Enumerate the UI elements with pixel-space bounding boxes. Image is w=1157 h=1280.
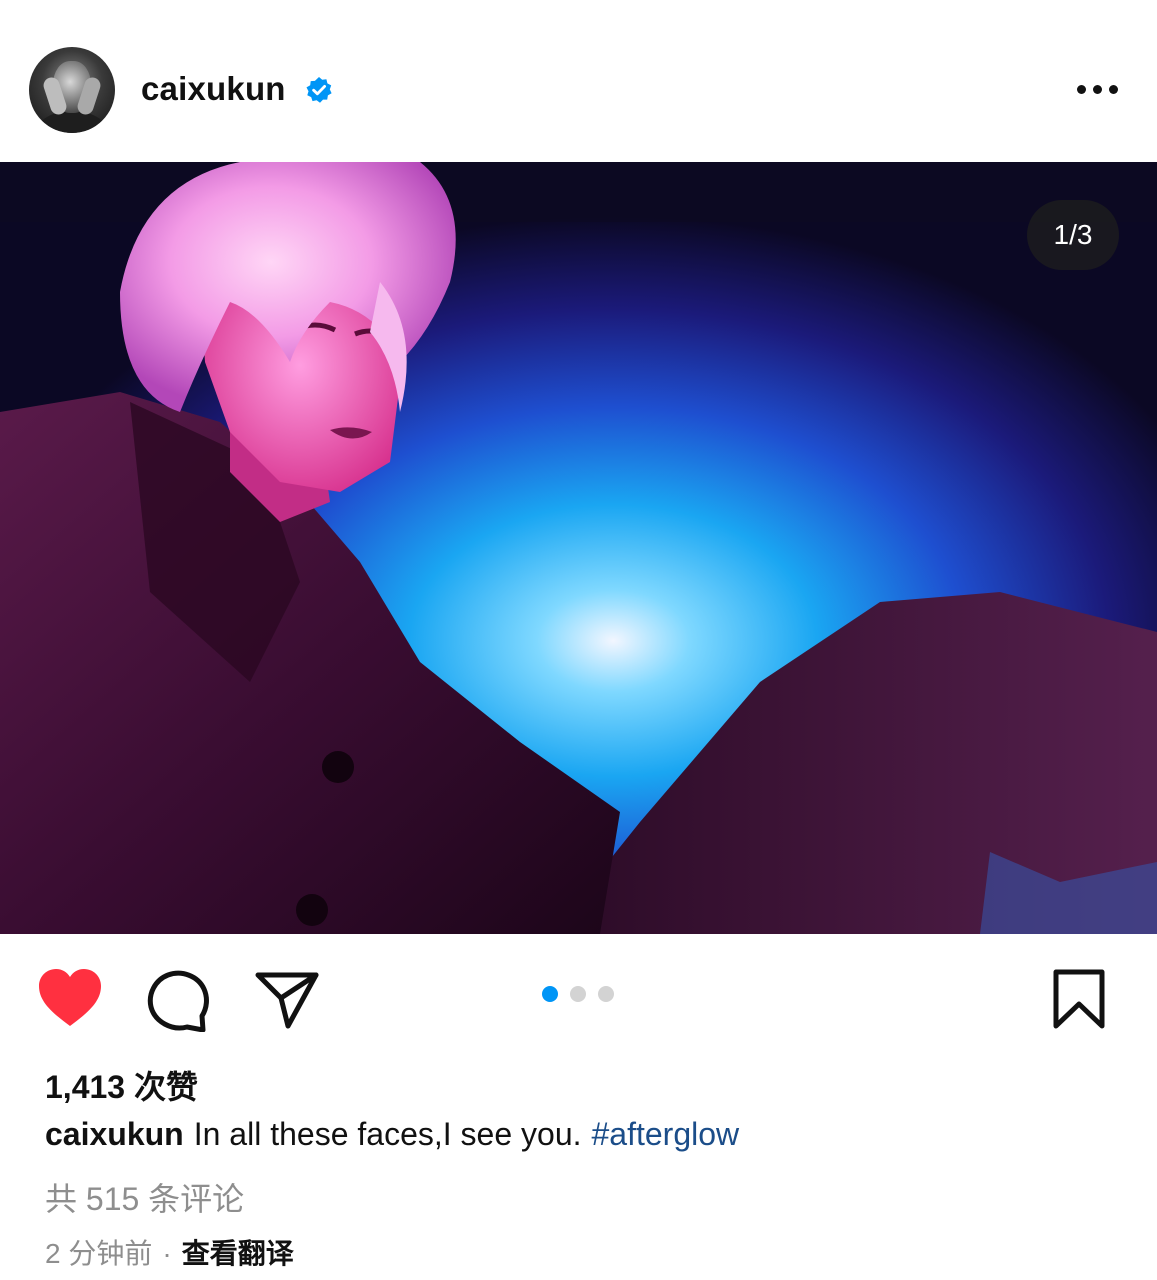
post-caption: caixukun In all these faces,I see you. #af…: [45, 1116, 739, 1153]
see-translation-link[interactable]: 查看翻译: [182, 1238, 294, 1269]
comment-bubble-icon[interactable]: [147, 970, 209, 1032]
post-photo-artwork: [0, 162, 1157, 934]
caption-text: In all these faces,I see you.: [193, 1116, 582, 1152]
post-timestamp: 2 分钟前: [45, 1238, 153, 1269]
carousel-dot-active: [542, 986, 558, 1002]
paper-plane-icon[interactable]: [255, 970, 319, 1030]
caption-username[interactable]: caixukun: [45, 1116, 184, 1152]
more-options-button[interactable]: [1070, 72, 1126, 108]
post-image[interactable]: [0, 162, 1157, 934]
post-meta: 2 分钟前 · 查看翻译: [45, 1232, 294, 1272]
post-username[interactable]: caixukun: [141, 70, 286, 108]
likes-count[interactable]: 1,413 次赞: [45, 1062, 198, 1108]
carousel-dot: [570, 986, 586, 1002]
action-bar: [0, 934, 1157, 1054]
bookmark-icon[interactable]: [1051, 968, 1107, 1030]
carousel-indicator: [542, 986, 622, 1004]
heart-filled-icon[interactable]: [37, 968, 103, 1028]
avatar-shoulders: [37, 111, 107, 133]
more-dot: [1109, 85, 1118, 94]
avatar[interactable]: [29, 47, 115, 133]
carousel-dot: [598, 986, 614, 1002]
more-dot: [1093, 85, 1102, 94]
more-horizontal-icon: [1077, 85, 1086, 94]
view-comments-link[interactable]: 共 515 条评论: [45, 1174, 244, 1220]
verified-badge-icon: [306, 77, 332, 103]
meta-separator: ·: [162, 1238, 172, 1269]
image-counter-badge: 1/3: [1027, 200, 1119, 270]
caption-hashtag[interactable]: #afterglow: [592, 1116, 740, 1152]
post-header: caixukun: [0, 0, 1157, 162]
